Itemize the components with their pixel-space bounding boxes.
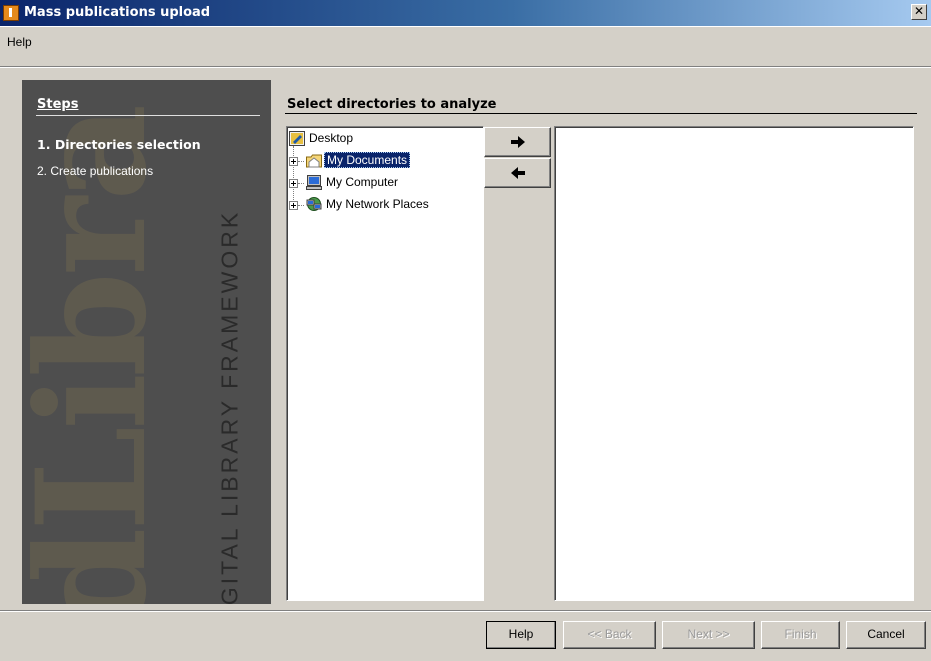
tree-connector xyxy=(298,161,304,162)
back-button[interactable]: << Back xyxy=(563,621,656,649)
steps-panel: dLibra DIGITAL LIBRARY FRAMEWORK Steps 1… xyxy=(22,80,271,604)
menu-help[interactable]: Help xyxy=(7,35,32,49)
app-icon xyxy=(3,5,19,21)
remove-directory-button[interactable] xyxy=(484,158,551,188)
add-directory-button[interactable] xyxy=(484,127,551,157)
arrow-right-icon xyxy=(510,136,525,148)
cancel-button[interactable]: Cancel xyxy=(846,621,926,649)
steps-heading: Steps xyxy=(37,97,79,112)
expand-icon[interactable] xyxy=(289,157,298,166)
menu-separator xyxy=(0,66,931,68)
step-number: 2. xyxy=(37,164,48,178)
dlibra-logo-tagline: DIGITAL LIBRARY FRAMEWORK xyxy=(216,209,243,604)
section-divider xyxy=(285,113,917,114)
next-button[interactable]: Next >> xyxy=(662,621,755,649)
tree-label: My Network Places xyxy=(326,197,429,211)
dlibra-logo-wordmark: dLibra xyxy=(22,107,180,604)
menu-bar: Help xyxy=(0,27,931,68)
title-bar: Mass publications upload ✕ xyxy=(0,0,931,27)
tree-node-my-network-places[interactable]: My Network Places xyxy=(289,196,479,214)
steps-divider xyxy=(36,115,260,116)
close-button[interactable]: ✕ xyxy=(911,4,927,20)
finish-button[interactable]: Finish xyxy=(761,621,840,649)
step-label: Create publications xyxy=(50,164,154,178)
tree-node-my-documents[interactable]: My Documents xyxy=(289,152,479,170)
folder-icon xyxy=(306,154,322,168)
step-item-directories-selection: 1. Directories selection xyxy=(37,137,201,152)
step-number: 1. xyxy=(37,137,51,152)
network-icon xyxy=(306,197,322,211)
step-label: Directories selection xyxy=(54,137,201,152)
tree-label: My Documents xyxy=(324,152,411,168)
tree-node-my-computer[interactable]: My Computer xyxy=(289,174,479,192)
arrow-left-icon xyxy=(510,167,525,179)
window-title: Mass publications upload xyxy=(24,5,211,20)
footer-separator xyxy=(0,610,931,612)
expand-icon[interactable] xyxy=(289,179,298,188)
step-item-create-publications: 2. Create publications xyxy=(37,164,153,178)
tree-label: My Computer xyxy=(326,175,399,189)
directory-tree[interactable]: Desktop My Documents My Computer My Netw… xyxy=(286,126,484,601)
help-button[interactable]: Help xyxy=(486,621,556,649)
tree-node-desktop[interactable]: Desktop xyxy=(289,130,479,148)
selected-directories-list[interactable] xyxy=(554,126,914,601)
computer-icon xyxy=(306,175,322,190)
expand-icon[interactable] xyxy=(289,201,298,210)
desktop-icon xyxy=(289,131,305,146)
tree-connector xyxy=(298,183,304,184)
section-title: Select directories to analyze xyxy=(287,97,497,112)
tree-connector xyxy=(298,205,304,206)
tree-label: Desktop xyxy=(309,131,354,145)
